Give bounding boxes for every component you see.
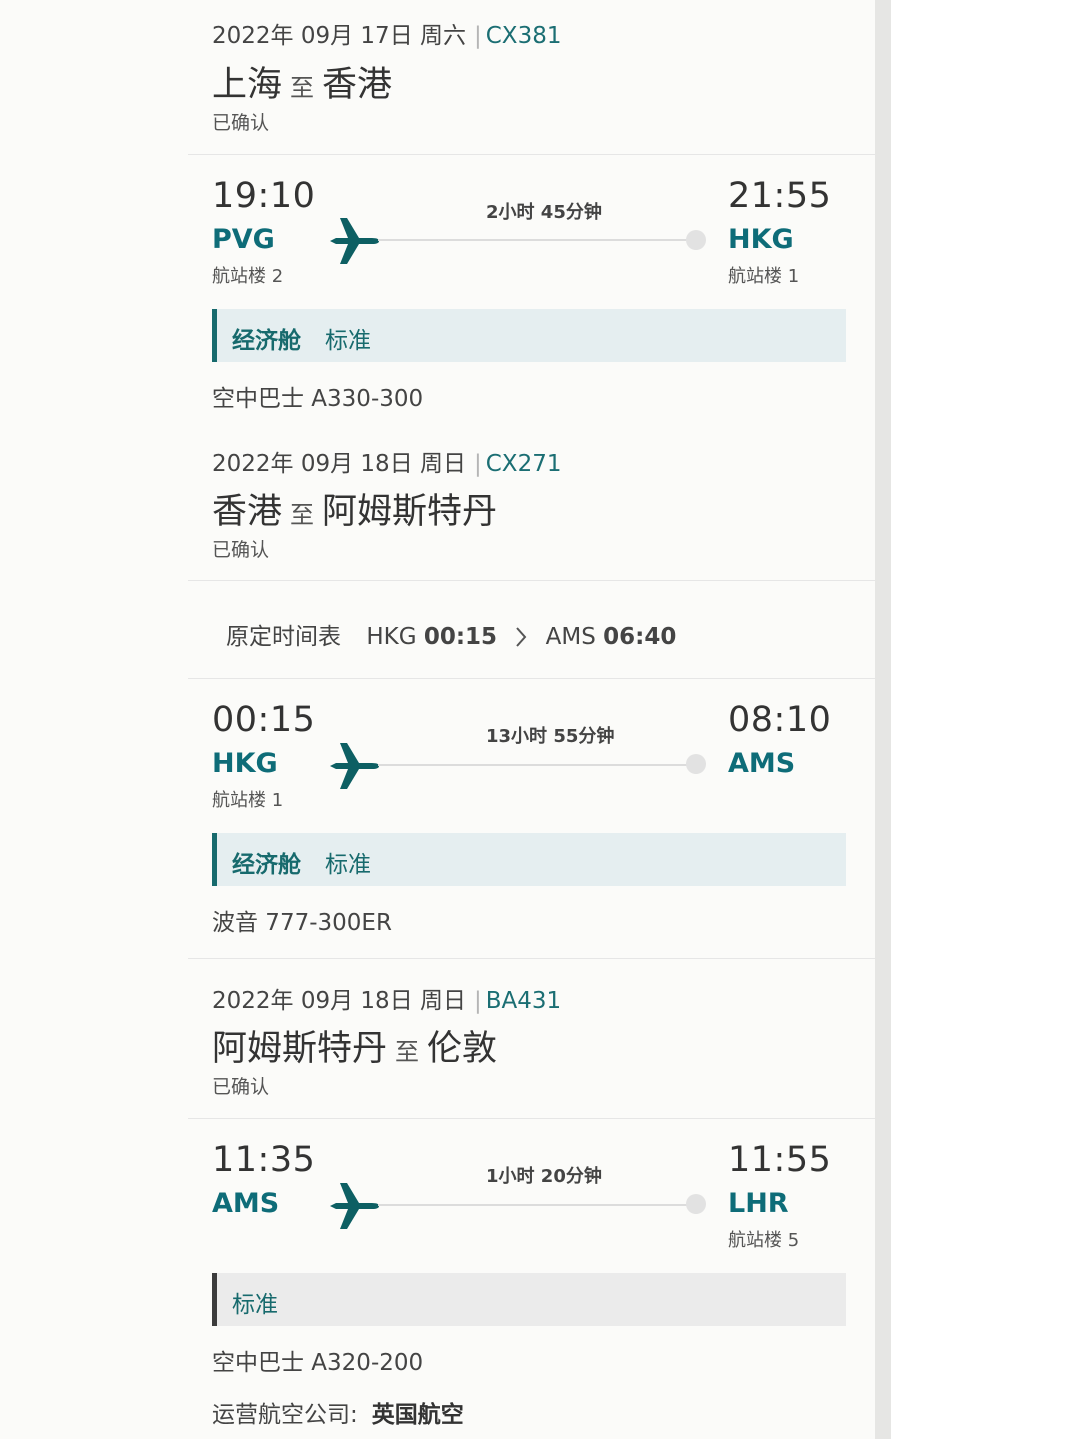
departure-airport-code: PVG bbox=[212, 224, 275, 255]
airplane-icon bbox=[330, 1183, 379, 1229]
arrival-time: 21:55 bbox=[728, 176, 832, 216]
arrival-airport-code: LHR bbox=[728, 1188, 789, 1219]
origin-city: 阿姆斯特丹 bbox=[212, 1029, 388, 1069]
divider bbox=[188, 154, 875, 155]
separator: | bbox=[474, 988, 482, 1014]
arrival-time: 11:55 bbox=[728, 1140, 832, 1180]
departure-time: 00:15 bbox=[212, 700, 316, 740]
departure-airport-code: HKG bbox=[212, 748, 278, 779]
schedule-from-time: 00:15 bbox=[423, 624, 498, 650]
divider bbox=[188, 958, 875, 959]
scrollbar[interactable] bbox=[875, 0, 891, 1439]
departure-terminal: 航站楼 1 bbox=[212, 790, 284, 811]
flight-path-line bbox=[378, 239, 694, 241]
segment-3-route: 阿姆斯特丹至伦敦 bbox=[212, 1020, 497, 1071]
flight-number[interactable]: CX381 bbox=[486, 23, 562, 49]
flight-duration: 13小时 55分钟 bbox=[486, 726, 615, 747]
flight-path-line bbox=[378, 1204, 694, 1206]
flight-date: 2022年 09月 18日 周日 bbox=[212, 451, 466, 477]
segment-2-route: 香港至阿姆斯特丹 bbox=[212, 483, 497, 534]
cabin-class-banner: 经济舱 标准 bbox=[212, 833, 846, 886]
fare-type: 标准 bbox=[232, 1292, 278, 1318]
route-to: 至 bbox=[290, 501, 315, 529]
airplane-icon bbox=[330, 743, 379, 789]
divider bbox=[188, 1118, 875, 1119]
destination-city: 阿姆斯特丹 bbox=[322, 492, 498, 532]
route-to: 至 bbox=[290, 74, 315, 102]
segment-1-date-line: 2022年 09月 17日 周六 | CX381 bbox=[212, 16, 561, 50]
fare-type: 标准 bbox=[325, 852, 371, 878]
airplane-icon bbox=[330, 218, 379, 264]
arrival-time: 08:10 bbox=[728, 700, 832, 740]
divider bbox=[188, 678, 875, 679]
flight-duration: 2小时 45分钟 bbox=[486, 202, 602, 223]
flight-duration: 1小时 20分钟 bbox=[486, 1166, 602, 1187]
segment-3-date-line: 2022年 09月 18日 周日 | BA431 bbox=[212, 981, 561, 1015]
cabin-class: 经济舱 bbox=[232, 328, 301, 354]
operating-airline: 运营航空公司: 英国航空 bbox=[212, 1395, 464, 1429]
arrival-dot-icon bbox=[686, 230, 706, 250]
booking-status: 已确认 bbox=[212, 1076, 270, 1098]
separator: | bbox=[474, 23, 482, 49]
aircraft-type: 空中巴士 A330-300 bbox=[212, 386, 424, 412]
departure-terminal: 航站楼 2 bbox=[212, 266, 284, 287]
arrival-airport-code: HKG bbox=[728, 224, 794, 255]
aircraft-type: 空中巴士 A320-200 bbox=[212, 1350, 424, 1376]
arrival-airport-code: AMS bbox=[728, 748, 796, 779]
segment-1-route: 上海至香港 bbox=[212, 56, 392, 107]
cabin-class-banner: 标准 bbox=[212, 1273, 846, 1326]
schedule-to-time: 06:40 bbox=[603, 624, 677, 650]
flight-date: 2022年 09月 18日 周日 bbox=[212, 988, 466, 1014]
original-schedule: 原定时间表 HKG 00:15 AMS 06:40 bbox=[226, 617, 676, 651]
departure-time: 11:35 bbox=[212, 1140, 316, 1180]
segment-2-date-line: 2022年 09月 18日 周日 | CX271 bbox=[212, 444, 561, 478]
origin-city: 香港 bbox=[212, 492, 283, 532]
flight-number[interactable]: BA431 bbox=[486, 988, 561, 1014]
flight-date: 2022年 09月 17日 周六 bbox=[212, 23, 466, 49]
destination-city: 香港 bbox=[322, 65, 393, 105]
schedule-to-code: AMS bbox=[545, 624, 596, 650]
route-to: 至 bbox=[395, 1038, 420, 1066]
separator: | bbox=[474, 451, 482, 477]
arrival-terminal: 航站楼 1 bbox=[728, 266, 800, 287]
operator-name: 英国航空 bbox=[371, 1402, 464, 1428]
cabin-class: 经济舱 bbox=[232, 852, 301, 878]
aircraft-type: 波音 777-300ER bbox=[212, 910, 392, 936]
divider bbox=[188, 580, 875, 581]
destination-city: 伦敦 bbox=[427, 1029, 498, 1069]
flight-path-line bbox=[378, 764, 694, 766]
chevron-right-icon bbox=[516, 627, 527, 647]
arrival-terminal: 航站楼 5 bbox=[728, 1230, 800, 1251]
schedule-from-code: HKG bbox=[366, 624, 417, 650]
flight-number[interactable]: CX271 bbox=[486, 451, 562, 477]
booking-status: 已确认 bbox=[212, 112, 270, 134]
arrival-dot-icon bbox=[686, 754, 706, 774]
departure-airport-code: AMS bbox=[212, 1188, 280, 1219]
booking-status: 已确认 bbox=[212, 539, 270, 561]
cabin-class-banner: 经济舱 标准 bbox=[212, 309, 846, 362]
original-schedule-label: 原定时间表 bbox=[226, 624, 341, 650]
page-margin bbox=[891, 0, 1080, 1439]
departure-time: 19:10 bbox=[212, 176, 316, 216]
arrival-dot-icon bbox=[686, 1194, 706, 1214]
origin-city: 上海 bbox=[212, 65, 283, 105]
operator-label: 运营航空公司: bbox=[212, 1402, 358, 1428]
fare-type: 标准 bbox=[325, 328, 371, 354]
